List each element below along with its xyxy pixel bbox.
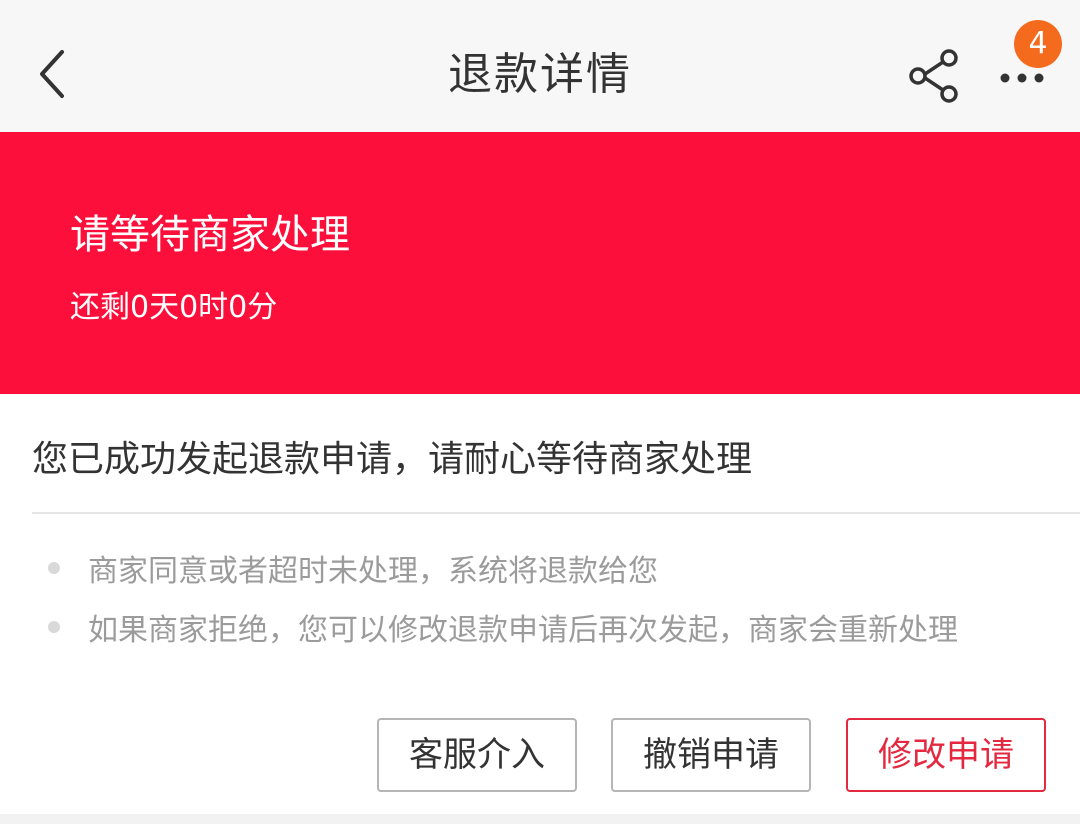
back-button[interactable]: [30, 42, 76, 106]
status-banner: 请等待商家处理 还剩0天0时0分: [0, 132, 1080, 394]
notification-badge: 4: [1014, 20, 1062, 68]
tip-text: 商家同意或者超时未处理，系统将退款给您: [88, 554, 658, 589]
tip-text: 如果商家拒绝，您可以修改退款申请后再次发起，商家会重新处理: [88, 613, 958, 648]
customer-service-button[interactable]: 客服介入: [377, 718, 577, 792]
bullet-dot-icon: [48, 621, 60, 633]
refund-detail-card: 您已成功发起退款申请，请耐心等待商家处理 商家同意或者超时未处理，系统将退款给您…: [0, 394, 1080, 814]
chevron-left-icon: [40, 50, 64, 98]
modify-request-button[interactable]: 修改申请: [846, 718, 1046, 792]
divider: [32, 512, 1080, 514]
bullet-dot-icon: [48, 562, 60, 574]
tip-item: 商家同意或者超时未处理，系统将退款给您: [48, 548, 658, 589]
refund-status-message: 您已成功发起退款申请，请耐心等待商家处理: [32, 439, 753, 480]
tip-item: 如果商家拒绝，您可以修改退款申请后再次发起，商家会重新处理: [48, 607, 958, 648]
countdown-text: 还剩0天0时0分: [70, 290, 278, 325]
cancel-request-button[interactable]: 撤销申请: [611, 718, 811, 792]
status-title: 请等待商家处理: [70, 212, 350, 258]
share-button[interactable]: [906, 48, 962, 104]
share-icon: [909, 49, 958, 103]
top-nav-bar: 退款详情 4: [0, 0, 1080, 132]
